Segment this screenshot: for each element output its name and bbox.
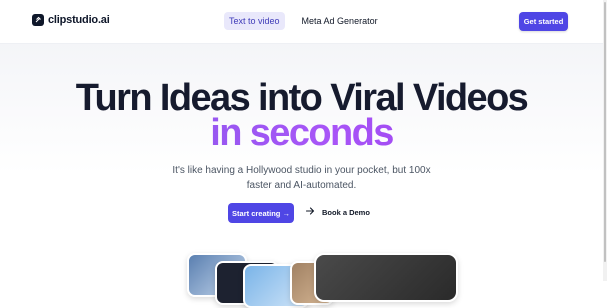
video-preview-card[interactable] [314, 253, 458, 302]
scrollbar-thumb[interactable] [604, 2, 606, 262]
video-preview-stack [0, 0, 603, 308]
